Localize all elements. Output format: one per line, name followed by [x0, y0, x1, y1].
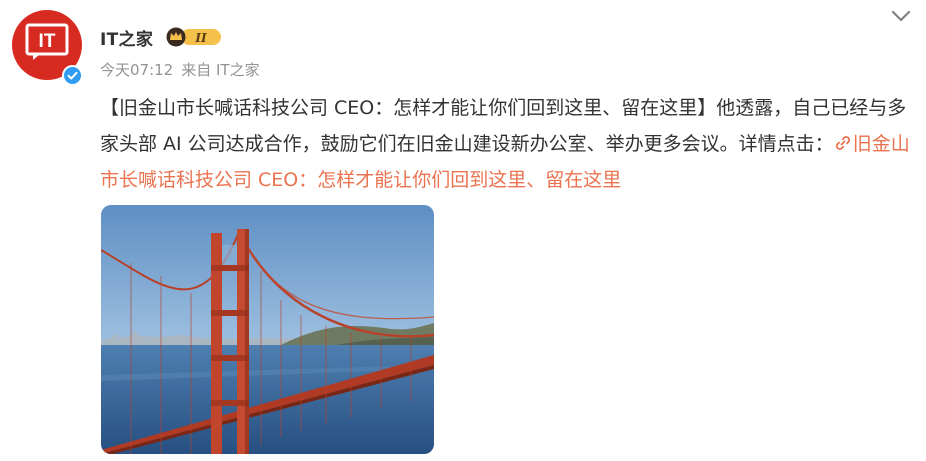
it-home-logo-icon: IT: [25, 23, 69, 60]
vip-crown-badge-icon[interactable]: II: [165, 27, 223, 47]
link-icon: [835, 136, 850, 150]
author-row: IT之家 II: [100, 24, 223, 50]
post-source[interactable]: 来自 IT之家: [181, 59, 259, 80]
post-meta: 今天07:12 来自 IT之家: [100, 59, 260, 80]
golden-gate-bridge-photo: [101, 205, 434, 454]
avatar-logo-text: IT: [39, 31, 56, 52]
post-timestamp[interactable]: 今天07:12: [100, 59, 173, 80]
author-name[interactable]: IT之家: [100, 25, 153, 50]
chevron-down-icon[interactable]: [890, 8, 912, 24]
post-text: 【旧金山市长喊话科技公司 CEO：怎样才能让你们回到这里、留在这里】他透露，自己…: [100, 97, 907, 155]
badge-level-text: II: [195, 31, 208, 45]
post-image[interactable]: [101, 205, 434, 454]
verified-icon: [62, 65, 83, 86]
post-body: 【旧金山市长喊话科技公司 CEO：怎样才能让你们回到这里、留在这里】他透露，自己…: [100, 90, 912, 198]
